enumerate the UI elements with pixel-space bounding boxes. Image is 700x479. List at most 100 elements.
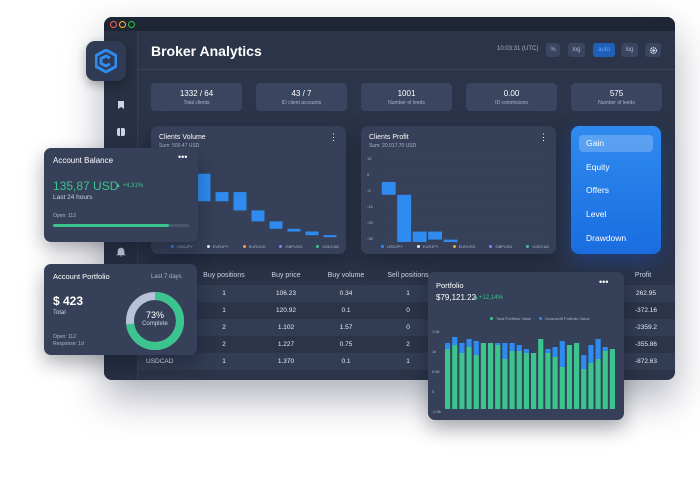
legend-item: USDCAD: [316, 244, 339, 249]
portfolio-bar: [480, 343, 486, 409]
portfolio-bar: [466, 347, 472, 409]
volume-bar: [215, 192, 229, 202]
title-bar: [104, 17, 675, 31]
auto-button[interactable]: auto: [593, 43, 615, 57]
downshift-bar: [552, 347, 558, 358]
logo-icon: [95, 49, 117, 73]
stat-total-clients: 1332 / 64 Total clients: [151, 83, 242, 111]
menu-item-equity[interactable]: Equity: [579, 159, 653, 176]
portfolio-bar: [566, 345, 572, 409]
legend-item: GBPUSD: [279, 244, 302, 249]
y-tick-label: 0: [432, 389, 435, 394]
portfolio-chart: 1.5k 1k 0.5k 0 -0.5k: [432, 329, 615, 414]
col-buy-positions: Buy positions: [203, 272, 245, 279]
clients-profit-legend: USDJPY EURJPY EURUSD GBPUSD USDCAD: [381, 244, 563, 249]
portfolio-bar: [581, 369, 587, 409]
gear-icon: [649, 46, 657, 54]
more-icon[interactable]: •••: [599, 277, 608, 287]
portfolio-bar: [595, 359, 601, 409]
portfolio-bar: [602, 351, 608, 409]
profit-bar: [412, 231, 427, 242]
portfolio-open: Open: 112: [53, 334, 76, 340]
clients-profit-title: Clients Profit: [369, 134, 409, 141]
downshift-bar: [516, 345, 522, 352]
portfolio-bar: [459, 353, 465, 409]
volume-bar: [323, 235, 337, 238]
portfolio-bar: [552, 357, 558, 409]
stat-leeds: 1001 Number of leeds: [361, 83, 452, 111]
close-window-button[interactable]: [110, 21, 117, 28]
more-icon[interactable]: ⋮: [539, 132, 548, 143]
portfolio-bar: [473, 355, 479, 409]
y-tick-label: 0.5k: [432, 369, 440, 374]
portfolio-bar: [445, 349, 451, 409]
percent-button[interactable]: %: [546, 43, 560, 57]
volume-bar: [197, 173, 211, 202]
balance-open: Open: 112: [53, 213, 76, 219]
more-icon[interactable]: •••: [178, 152, 187, 162]
app-logo[interactable]: [86, 41, 126, 81]
downshift-bar: [509, 343, 515, 352]
balance-change: ▲ +4,31%: [115, 183, 144, 189]
dashboard-icon[interactable]: [116, 127, 126, 137]
maximize-window-button[interactable]: [128, 21, 135, 28]
log-button-2[interactable]: log: [621, 43, 638, 57]
downshift-bar: [595, 339, 601, 360]
downshift-bar: [452, 337, 458, 346]
downshift-bar: [523, 349, 529, 354]
legend-item: Total Portfolio Value: [490, 316, 531, 321]
menu-item-level[interactable]: Level: [579, 206, 653, 223]
minimize-window-button[interactable]: [119, 21, 126, 28]
portfolio-bar: [559, 367, 565, 409]
log-button[interactable]: log: [568, 43, 585, 57]
volume-bar: [251, 210, 265, 222]
menu-item-gain[interactable]: Gain: [579, 135, 653, 152]
downshift-bar: [495, 343, 501, 346]
portfolio-value: $79,121.22: [436, 293, 477, 302]
downshift-bar: [473, 341, 479, 356]
profit-bar: [428, 231, 443, 240]
portfolio-period: Last 7 days: [151, 274, 182, 280]
profit-bar: [443, 239, 458, 242]
bookmark-icon[interactable]: [116, 100, 126, 110]
stat-commisions: 0.00 ID commisions: [466, 83, 557, 111]
y-tick-label: 1k: [432, 349, 436, 354]
portfolio-bar: [538, 339, 544, 409]
volume-bar: [287, 228, 301, 232]
menu-item-drawdown[interactable]: Drawdown: [579, 230, 653, 247]
legend-item: USDCAD: [526, 244, 549, 249]
portfolio-bar: [509, 351, 515, 409]
account-balance-card: Account Balance ••• 135,87 USD ▲ +4,31% …: [44, 148, 198, 242]
portfolio-bar: [531, 353, 537, 409]
stat-leeds-2: 575 Number of leeds: [571, 83, 662, 111]
bell-icon[interactable]: [116, 247, 126, 257]
clients-profit-card: Clients Profit Sum: 20.017.70 USD ⋮ 15 5 -…: [361, 126, 556, 254]
profit-bar: [381, 182, 396, 195]
menu-item-offers[interactable]: Offers: [579, 182, 653, 199]
legend-item: EURJPY: [206, 244, 229, 249]
portfolio-bar: [588, 363, 594, 409]
clients-volume-legend: USDJPY EURJPY EURUSD GBPUSD USDCAD: [171, 244, 353, 249]
balance-value: 135,87 USD: [53, 179, 119, 193]
portfolio-response: Response: 1d: [53, 341, 84, 347]
donut-label: Complete: [142, 321, 168, 327]
legend-item: GBPUSD: [489, 244, 512, 249]
downshift-bar: [466, 339, 472, 348]
volume-bar: [233, 192, 247, 211]
more-icon[interactable]: ⋮: [329, 132, 338, 143]
y-tick-label: 15: [367, 156, 372, 161]
header-divider: [138, 69, 675, 70]
portfolio-bar: [502, 359, 508, 409]
settings-button[interactable]: [645, 43, 661, 57]
volume-bar: [305, 231, 319, 236]
y-tick-label: -25: [367, 220, 374, 225]
legend-item: EURUSD: [242, 244, 265, 249]
downshift-bar: [581, 355, 587, 370]
y-tick-label: -5: [367, 188, 371, 193]
portfolio-bar: [523, 353, 529, 409]
downshift-bar: [559, 341, 565, 368]
downshift-bar: [602, 347, 608, 352]
legend-item: USDJPY: [171, 244, 193, 249]
portfolio-title: Portfolio: [436, 281, 464, 290]
account-portfolio-card: Account Portfolio Last 7 days $ 423 Tota…: [44, 264, 197, 355]
